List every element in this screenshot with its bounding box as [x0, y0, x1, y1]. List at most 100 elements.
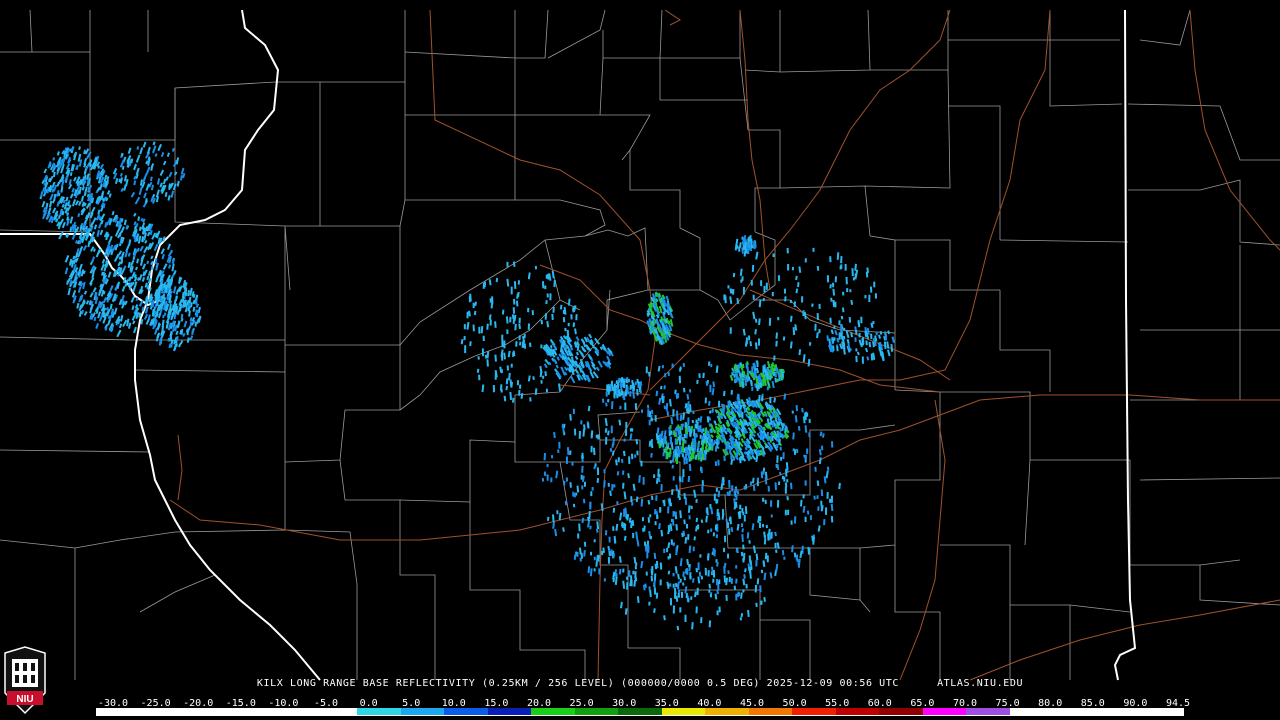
echo-mark	[742, 511, 745, 516]
echo-mark	[675, 547, 678, 556]
echo-mark	[699, 554, 702, 558]
echo-mark	[707, 570, 710, 577]
echo-mark	[700, 617, 703, 624]
echo-mark	[710, 528, 713, 532]
echo-mark	[565, 456, 568, 465]
echo-mark	[678, 375, 682, 384]
echo-mark	[549, 293, 552, 301]
echo-mark	[841, 307, 845, 313]
echo-mark	[724, 535, 727, 543]
echo-mark	[806, 412, 809, 417]
echo-mark	[685, 457, 688, 464]
echo-mark	[771, 436, 774, 441]
echo-mark	[750, 279, 753, 286]
echo-mark	[650, 417, 653, 422]
echo-mark	[607, 482, 610, 487]
echo-mark	[790, 520, 793, 525]
echo-mark	[691, 419, 694, 424]
echo-mark	[689, 572, 692, 579]
echo-mark	[864, 295, 867, 299]
echo-mark	[589, 501, 592, 508]
echo-mark	[544, 313, 548, 320]
echo-mark	[563, 480, 566, 486]
echo-mark	[463, 324, 466, 330]
echo-mark	[722, 406, 725, 415]
echo-mark	[769, 370, 772, 374]
echo-mark	[617, 378, 621, 383]
echo-mark	[667, 583, 670, 589]
echo-mark	[687, 417, 690, 425]
echo-mark	[718, 579, 721, 585]
echo-mark	[574, 305, 577, 309]
echo-mark	[829, 498, 832, 503]
echo-mark	[581, 465, 584, 473]
echo-mark	[655, 495, 658, 501]
echo-mark	[739, 617, 742, 621]
echo-mark	[630, 496, 633, 503]
echo-mark	[679, 578, 682, 583]
echo-mark	[506, 329, 509, 335]
echo-mark	[820, 500, 823, 507]
echo-mark	[706, 436, 709, 444]
echo-mark	[746, 243, 749, 251]
echo-mark	[628, 456, 631, 464]
echo-mark	[678, 476, 682, 482]
echo-mark	[670, 539, 673, 545]
echo-mark	[842, 291, 845, 296]
colorbar-segment	[183, 708, 227, 715]
echo-mark	[854, 337, 857, 342]
echo-mark	[663, 385, 666, 390]
echo-mark	[767, 533, 770, 541]
colorbar-segment	[835, 708, 880, 715]
echo-mark	[624, 402, 627, 411]
echo-mark	[669, 583, 672, 587]
echo-mark	[716, 517, 720, 521]
echo-mark	[808, 342, 812, 346]
echo-mark	[814, 323, 817, 331]
echo-mark	[601, 550, 604, 556]
echo-mark	[739, 504, 742, 510]
colorbar-segment	[226, 708, 271, 715]
echo-mark	[687, 534, 690, 540]
echo-mark	[687, 451, 691, 459]
echo-mark	[612, 437, 615, 442]
echo-mark	[663, 548, 666, 553]
echo-mark	[506, 261, 509, 268]
echo-mark	[796, 448, 799, 453]
echo-mark	[648, 601, 651, 606]
echo-mark	[625, 421, 628, 429]
echo-mark	[716, 508, 719, 517]
echo-mark	[750, 244, 754, 249]
echo-mark	[590, 491, 593, 497]
echo-mark	[685, 593, 688, 599]
echo-mark	[874, 293, 878, 299]
echo-mark	[690, 505, 693, 510]
echo-mark	[667, 506, 670, 514]
echo-mark	[750, 238, 753, 243]
echo-mark	[844, 263, 847, 271]
echo-mark	[794, 449, 797, 455]
echo-mark	[626, 582, 629, 590]
echo-mark	[728, 517, 731, 522]
echo-mark	[765, 524, 768, 529]
echo-mark	[640, 460, 643, 467]
echo-mark	[645, 571, 648, 576]
echo-mark	[791, 266, 794, 271]
echo-mark	[741, 412, 744, 419]
echo-mark	[735, 565, 738, 569]
echo-mark	[743, 485, 746, 490]
echo-mark	[565, 477, 569, 482]
echo-mark	[604, 530, 608, 536]
echo-mark	[466, 311, 469, 319]
colorbar-segment	[139, 708, 184, 715]
echo-mark	[742, 244, 745, 250]
echo-mark	[623, 438, 626, 442]
echo-mark	[783, 556, 786, 560]
echo-mark	[840, 324, 843, 329]
echo-mark	[668, 426, 671, 432]
echo-mark	[672, 605, 676, 614]
echo-mark	[683, 492, 686, 500]
echo-mark	[709, 384, 712, 393]
echo-mark	[527, 307, 530, 313]
echo-mark	[651, 495, 654, 501]
